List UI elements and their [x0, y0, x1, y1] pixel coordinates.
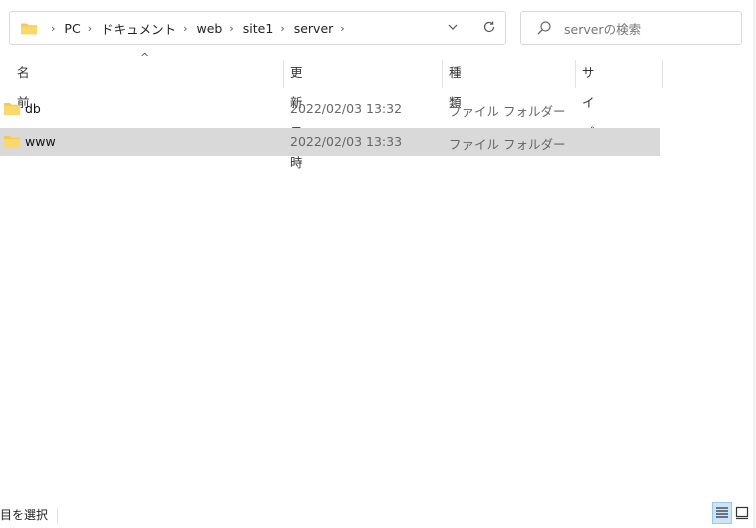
file-date: 2022/02/03 13:33: [290, 134, 403, 149]
breadcrumb: › PC › ドキュメント › web › site1 › server ›: [44, 19, 354, 38]
file-name: www: [25, 134, 56, 149]
status-text: 目を選択: [0, 508, 49, 522]
file-name: db: [25, 101, 41, 116]
details-view-icon[interactable]: [712, 502, 732, 524]
breadcrumb-item-documents[interactable]: ドキュメント: [101, 19, 176, 38]
chevron-right-icon[interactable]: ›: [229, 22, 233, 35]
file-type: ファイル フォルダー: [449, 104, 566, 119]
column-header-name[interactable]: 名前: [17, 58, 30, 110]
chevron-right-icon[interactable]: ›: [51, 22, 55, 35]
file-type: ファイル フォルダー: [449, 137, 566, 152]
column-header-date[interactable]: 更新日時: [290, 58, 303, 170]
file-date: 2022/02/03 13:32: [290, 101, 403, 116]
column-divider[interactable]: [575, 60, 576, 88]
breadcrumb-item-pc[interactable]: PC: [64, 21, 80, 36]
search-icon: [536, 20, 552, 36]
column-divider[interactable]: [662, 60, 663, 88]
column-divider[interactable]: [442, 60, 443, 88]
breadcrumb-item-web[interactable]: web: [197, 21, 223, 36]
column-header-size[interactable]: サイズ: [582, 58, 595, 140]
chevron-down-icon[interactable]: [447, 20, 459, 37]
sort-ascending-icon: ^: [140, 51, 150, 64]
folder-icon: [3, 101, 21, 119]
column-header-type[interactable]: 種類: [449, 58, 462, 110]
folder-icon: [20, 21, 38, 36]
folder-icon: [3, 134, 21, 152]
search-placeholder: serverの検索: [564, 21, 642, 37]
breadcrumb-item-server[interactable]: server: [294, 21, 334, 36]
list-item[interactable]: db 2022/02/03 13:32 ファイル フォルダー: [0, 95, 660, 123]
refresh-icon[interactable]: [482, 20, 496, 37]
large-icons-view-icon[interactable]: [732, 502, 752, 524]
breadcrumb-item-site1[interactable]: site1: [243, 21, 274, 36]
column-divider[interactable]: [283, 60, 284, 88]
chevron-right-icon[interactable]: ›: [88, 22, 92, 35]
status-divider: [57, 508, 58, 524]
chevron-right-icon[interactable]: ›: [280, 22, 284, 35]
list-item-selected[interactable]: www 2022/02/03 13:33 ファイル フォルダー: [0, 128, 660, 156]
chevron-right-icon[interactable]: ›: [340, 22, 344, 35]
search-box[interactable]: serverの検索: [520, 11, 742, 45]
address-bar[interactable]: › PC › ドキュメント › web › site1 › server ›: [9, 11, 506, 45]
chevron-right-icon[interactable]: ›: [183, 22, 187, 35]
